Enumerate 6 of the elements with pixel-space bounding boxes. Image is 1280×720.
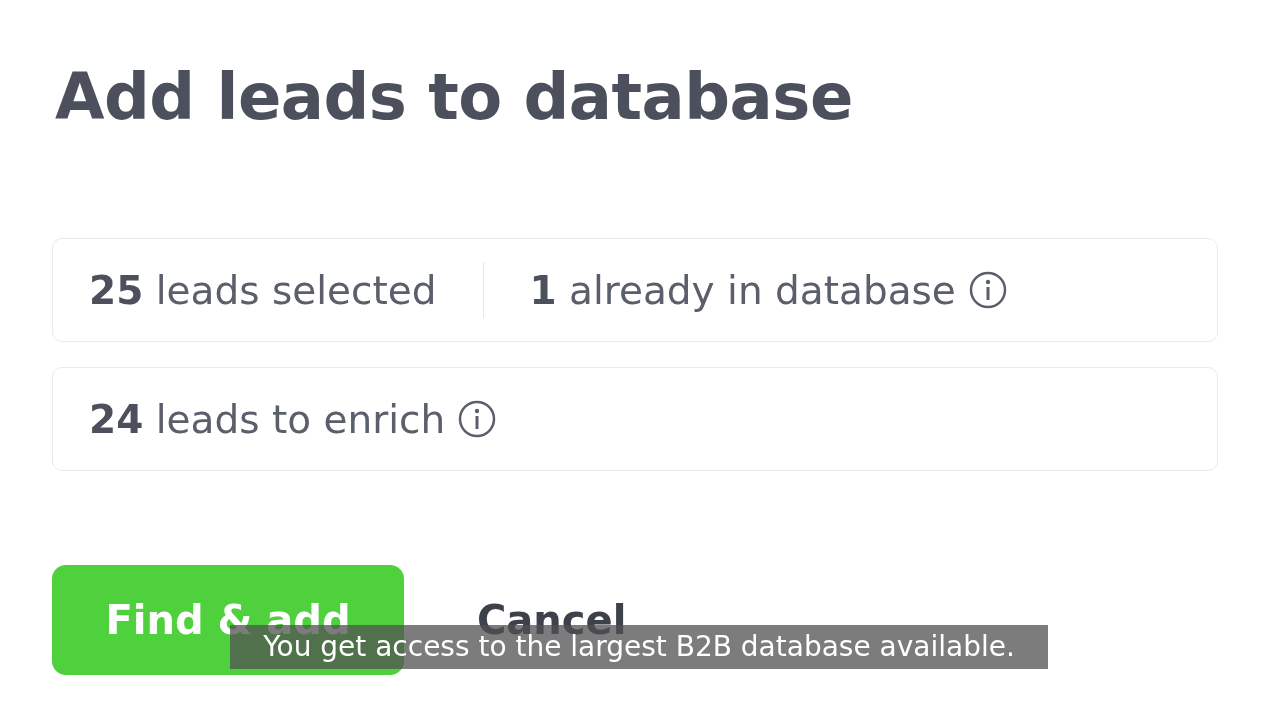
lead-count-text: 1 already in database (529, 267, 956, 313)
lead-count-text: 24 leads to enrich (89, 396, 446, 442)
info-icon[interactable] (457, 399, 498, 439)
lead-count-text: 25 leads selected (89, 267, 437, 313)
info-icon[interactable] (967, 270, 1008, 310)
dialog-title: Add leads to database (55, 59, 854, 136)
